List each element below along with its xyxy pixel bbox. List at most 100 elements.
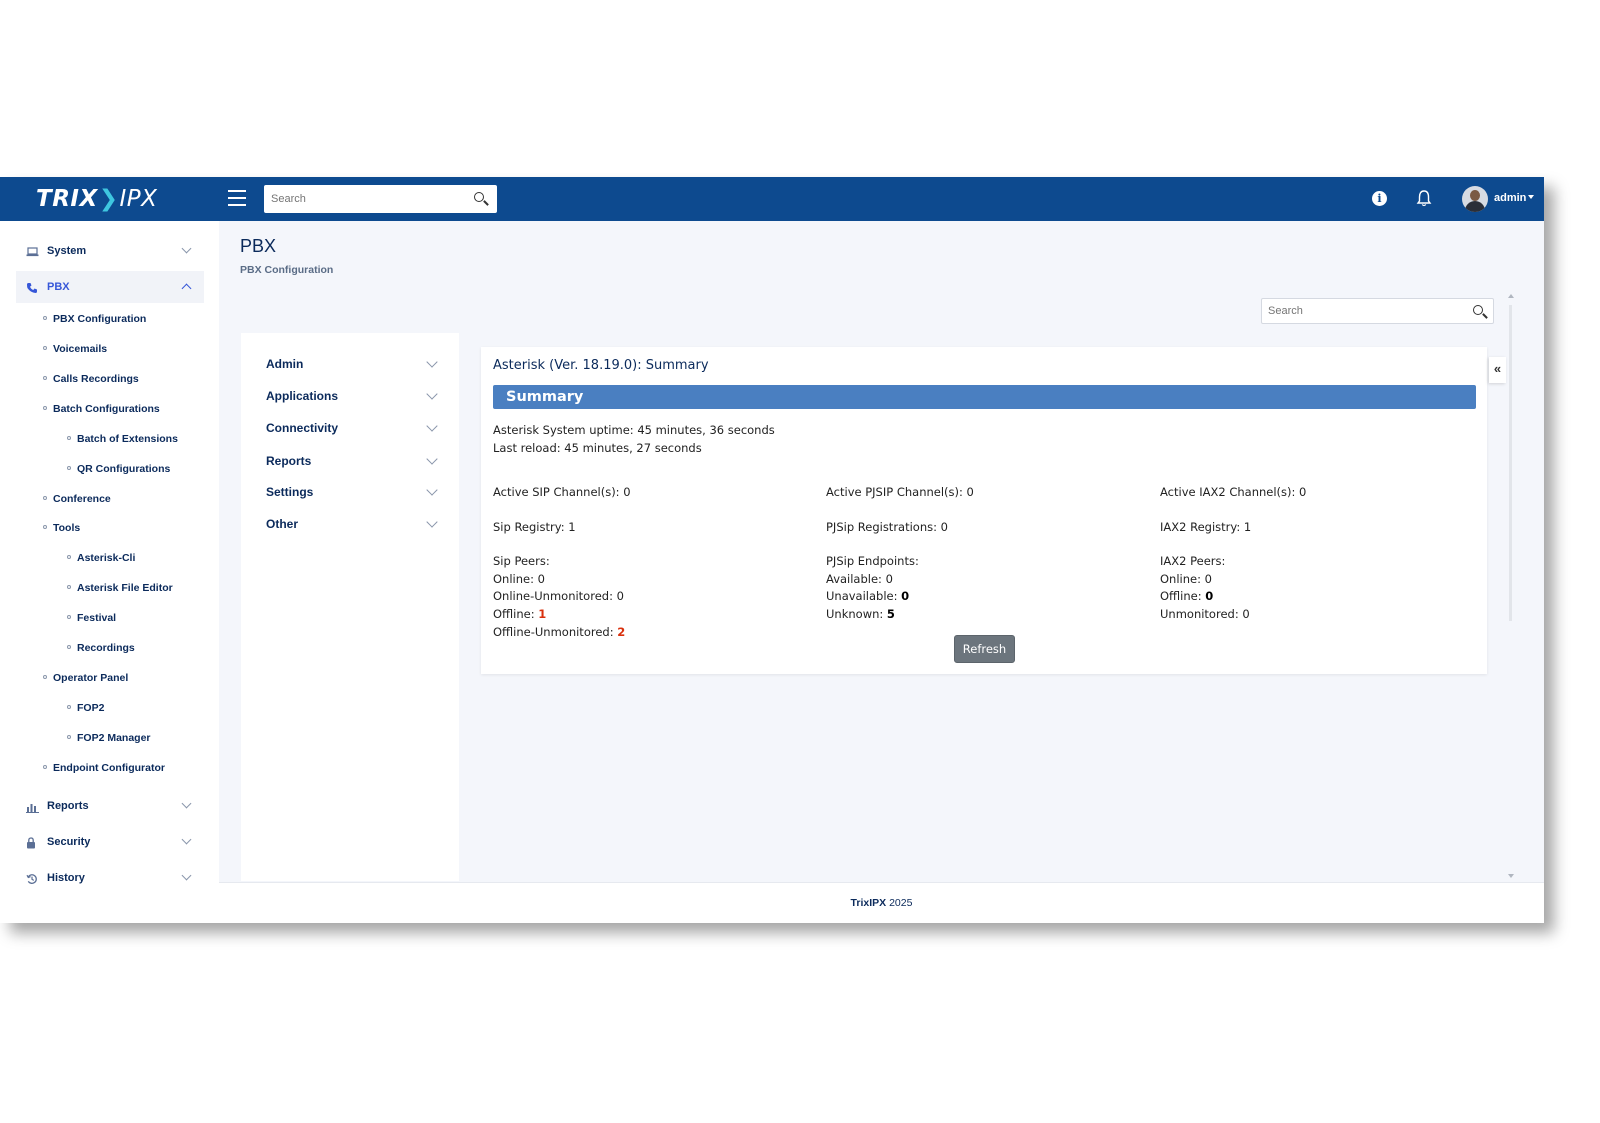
bell-icon[interactable] — [1416, 189, 1432, 212]
sidebar-subitem-batch-of-extensions[interactable]: Batch of Extensions — [67, 433, 178, 445]
sidebar-subitem-operator-panel[interactable]: Operator Panel — [43, 672, 128, 684]
bar-chart-icon — [26, 800, 39, 813]
pjsip-endpoints-unavailable: Unavailable: 0 — [826, 589, 910, 603]
sidebar-item-pbx[interactable]: PBX — [16, 271, 204, 303]
content-search-input[interactable] — [1262, 299, 1462, 323]
chevron-down-icon — [426, 453, 438, 465]
page-subtitle: PBX Configuration — [240, 264, 334, 276]
sidebar-subitem-festival[interactable]: Festival — [67, 612, 116, 624]
sidebar-item-reports[interactable]: Reports — [16, 790, 204, 822]
collapse-panel-button[interactable]: « — [1489, 357, 1506, 383]
search-icon[interactable] — [1473, 305, 1483, 315]
bullet-icon — [67, 615, 71, 619]
iax2-channels-stat: Active IAX2 Channel(s): 0 — [1160, 485, 1307, 499]
sidebar-subitem-calls-recordings[interactable]: Calls Recordings — [43, 373, 139, 385]
iax2-peers-unmonitored: Unmonitored: 0 — [1160, 607, 1250, 621]
sidebar-subitem-batch-configurations[interactable]: Batch Configurations — [43, 403, 160, 415]
search-icon[interactable] — [474, 192, 484, 202]
chevron-down-icon — [426, 420, 438, 432]
config-menu-panel: Admin Applications Connectivity Reports … — [241, 333, 459, 881]
sidebar-item-history[interactable]: History — [16, 862, 204, 894]
content-search-box — [1261, 298, 1494, 324]
menu-item-reports[interactable]: Reports — [266, 453, 438, 468]
chevron-down-icon — [426, 356, 438, 368]
chevron-down-icon — [181, 243, 192, 254]
user-menu[interactable]: admin — [1494, 192, 1526, 204]
sidebar-subitem-pbx-configuration[interactable]: PBX Configuration — [43, 313, 146, 325]
info-icon[interactable]: i — [1372, 191, 1387, 206]
bullet-icon — [67, 735, 71, 739]
chevron-down-icon — [426, 516, 438, 528]
menu-item-settings[interactable]: Settings — [266, 484, 438, 499]
bullet-icon — [43, 496, 47, 500]
brand-logo[interactable]: TRIX❯IPX — [36, 186, 157, 212]
sidebar: System PBX PBX Configuration Voicemails … — [0, 221, 219, 923]
history-icon — [26, 872, 38, 884]
menu-toggle-icon[interactable] — [228, 190, 246, 206]
bullet-icon — [43, 376, 47, 380]
sidebar-subitem-asterisk-file-editor[interactable]: Asterisk File Editor — [67, 582, 173, 594]
bullet-icon — [67, 585, 71, 589]
iax2-peers-online: Online: 0 — [1160, 572, 1212, 586]
top-search-input[interactable] — [264, 185, 464, 213]
bullet-icon — [43, 525, 47, 529]
sip-peers-online-unmonitored: Online-Unmonitored: 0 — [493, 589, 624, 603]
iax2-peers-offline: Offline: 0 — [1160, 589, 1214, 603]
bullet-icon — [43, 406, 47, 410]
content-scrollbar[interactable] — [1506, 291, 1516, 881]
sip-peers-offline-unmonitored: Offline-Unmonitored: 2 — [493, 625, 626, 639]
sidebar-subitem-tools[interactable]: Tools — [43, 522, 80, 534]
chevron-up-icon — [181, 283, 192, 294]
bullet-icon — [43, 675, 47, 679]
app-window: TRIX❯IPX i admin System PBX PBX Configur… — [0, 177, 1544, 923]
sidebar-subitem-fop2-manager[interactable]: FOP2 Manager — [67, 732, 151, 744]
sip-peers-offline: Offline: 1 — [493, 607, 547, 621]
uptime-line: Asterisk System uptime: 45 minutes, 36 s… — [493, 423, 775, 437]
sidebar-item-system[interactable]: System — [16, 235, 204, 267]
menu-item-admin[interactable]: Admin — [266, 356, 438, 371]
caret-down-icon[interactable] — [1528, 195, 1534, 199]
sidebar-subitem-recordings[interactable]: Recordings — [67, 642, 135, 654]
lock-icon — [26, 836, 38, 849]
pjsip-endpoints-heading: PJSip Endpoints: — [826, 554, 919, 568]
bullet-icon — [67, 466, 71, 470]
menu-item-applications[interactable]: Applications — [266, 388, 438, 403]
chevron-down-icon — [426, 484, 438, 496]
sidebar-item-security[interactable]: Security — [16, 826, 204, 858]
chevron-down-icon — [181, 798, 192, 809]
refresh-button[interactable]: Refresh — [954, 635, 1015, 663]
sidebar-subitem-voicemails[interactable]: Voicemails — [43, 343, 107, 355]
chevron-down-icon — [426, 388, 438, 400]
bullet-icon — [43, 316, 47, 320]
menu-item-connectivity[interactable]: Connectivity — [266, 420, 438, 435]
sidebar-subitem-asterisk-cli[interactable]: Asterisk-Cli — [67, 552, 135, 564]
avatar[interactable] — [1462, 186, 1488, 212]
sip-registry-stat: Sip Registry: 1 — [493, 520, 576, 534]
sidebar-subitem-endpoint-configurator[interactable]: Endpoint Configurator — [43, 762, 165, 774]
pjsip-endpoints-available: Available: 0 — [826, 572, 893, 586]
bullet-icon — [43, 765, 47, 769]
phone-icon — [26, 281, 38, 293]
bullet-icon — [43, 346, 47, 350]
sip-peers-heading: Sip Peers: — [493, 554, 550, 568]
scroll-down-icon[interactable] — [1508, 874, 1514, 878]
sidebar-subitem-fop2[interactable]: FOP2 — [67, 702, 104, 714]
chevron-down-icon — [181, 870, 192, 881]
menu-item-other[interactable]: Other — [266, 516, 438, 531]
card-title: Asterisk (Ver. 18.19.0): Summary — [493, 358, 709, 373]
logo-chevron-icon: ❯ — [98, 186, 119, 212]
asterisk-summary-card: Asterisk (Ver. 18.19.0): Summary Summary… — [481, 347, 1487, 674]
sidebar-subitem-qr-configurations[interactable]: QR Configurations — [67, 463, 170, 475]
sip-channels-stat: Active SIP Channel(s): 0 — [493, 485, 631, 499]
last-reload-line: Last reload: 45 minutes, 27 seconds — [493, 441, 702, 455]
pjsip-endpoints-unknown: Unknown: 5 — [826, 607, 895, 621]
top-navbar: TRIX❯IPX i admin — [0, 177, 1544, 221]
bullet-icon — [67, 436, 71, 440]
bullet-icon — [67, 555, 71, 559]
scrollbar-thumb[interactable] — [1509, 305, 1512, 621]
summary-header-bar: Summary — [493, 385, 1476, 409]
scroll-up-icon[interactable] — [1508, 294, 1514, 298]
page-title: PBX — [240, 236, 277, 256]
sidebar-subitem-conference[interactable]: Conference — [43, 493, 111, 505]
top-search-box — [264, 185, 497, 213]
